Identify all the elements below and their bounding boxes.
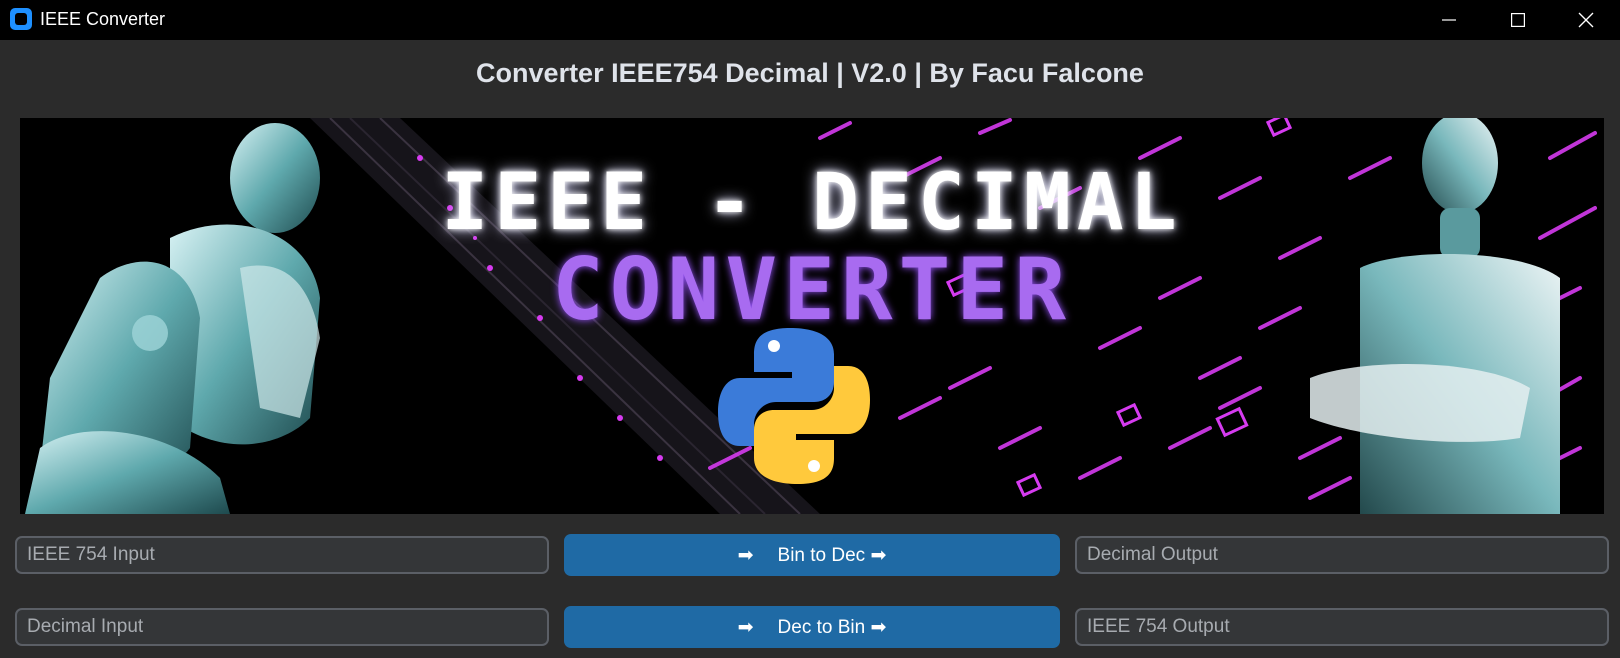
ieee754-input-field[interactable] [15, 536, 549, 574]
arrow-right-icon: ➡ [870, 544, 887, 566]
banner-title-line2: CONVERTER [552, 240, 1072, 340]
maximize-button[interactable] [1484, 0, 1552, 40]
arrow-right-icon: ➡ [737, 544, 754, 566]
page-title: Converter IEEE754 Decimal | V2.0 | By Fa… [476, 58, 1144, 88]
close-button[interactable] [1552, 0, 1620, 40]
bin-to-dec-label: Bin to Dec [777, 544, 866, 566]
banner-title-line1: IEEE - DECIMAL [441, 158, 1183, 248]
maximize-icon [1511, 13, 1525, 27]
window-title: IEEE Converter [40, 9, 166, 29]
dec-to-bin-label: Dec to Bin [777, 616, 866, 638]
minimize-button[interactable] [1415, 0, 1483, 40]
dec-to-bin-button[interactable]: ➡ Dec to Bin ➡ [564, 606, 1060, 648]
banner-image: IEEE - DECIMAL CONVERTER [20, 118, 1604, 514]
app-window: IEEE Converter Converter IEEE754 Decimal… [0, 0, 1620, 658]
bin-to-dec-button[interactable]: ➡ Bin to Dec ➡ [564, 534, 1060, 576]
decimal-input-field[interactable] [15, 608, 549, 646]
app-icon [10, 8, 32, 30]
decimal-output-field[interactable] [1075, 536, 1609, 574]
arrow-right-icon: ➡ [870, 616, 887, 638]
minimize-icon [1442, 19, 1456, 21]
close-icon [1578, 12, 1594, 28]
arrow-right-icon: ➡ [737, 616, 754, 638]
title-bar: IEEE Converter [0, 0, 1620, 40]
ieee754-output-field[interactable] [1075, 608, 1609, 646]
